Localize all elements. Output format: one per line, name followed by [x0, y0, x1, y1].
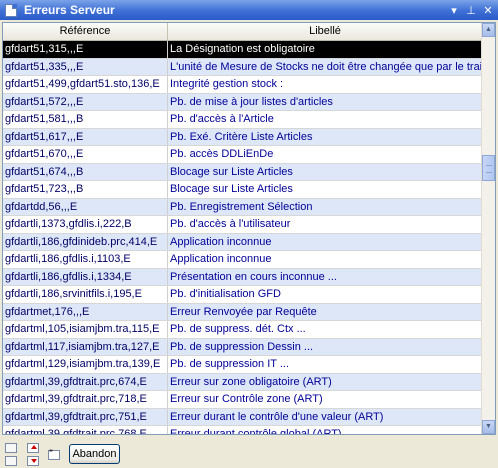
- libelle-cell: Pb. de suppression Dessin ...: [170, 340, 314, 353]
- table-row[interactable]: gfdartdd,56,,,E Pb. Enregistrement Sélect…: [3, 198, 483, 216]
- table-row[interactable]: gfdart51,499,gfdart51.sto,136,E Integrité…: [3, 76, 483, 94]
- table-row[interactable]: gfdartml,117,isiamjbm.tra,127,E Pb. de su…: [3, 338, 483, 356]
- libelle-cell: Blocage sur Liste Articles: [170, 183, 293, 195]
- reference-cell: gfdartml,129,isiamjbm.tra,139,E: [3, 356, 168, 373]
- reference-cell: gfdartmet,176,,,E: [3, 303, 168, 320]
- column-header-libelle[interactable]: Libellé: [168, 23, 483, 40]
- libelle-cell: Erreur sur zone obligatoire (ART): [170, 375, 332, 388]
- libelle-cell: Integrité gestion stock :: [170, 78, 284, 90]
- table-row[interactable]: gfdartml,105,isiamjbm.tra,115,E Pb. de su…: [3, 321, 483, 339]
- libelle-cell: Erreur durant le contrôle d'une valeur (…: [170, 410, 384, 423]
- bottom-toolbar: Abandon: [0, 437, 498, 468]
- reference-cell: gfdart51,315,,,E: [3, 41, 168, 58]
- table-row[interactable]: gfdart51,581,,,B Pb. d'accès à l'Article: [3, 111, 483, 129]
- table-row[interactable]: gfdart51,617,,,E Pb. Exé. Critère Liste A…: [3, 128, 483, 146]
- libelle-cell: Pb. d'accès à l'utilisateur: [170, 218, 291, 230]
- table-row[interactable]: gfdartli,186,gfdlis.i,1103,E Application …: [3, 251, 483, 269]
- table-row[interactable]: gfdartli,1373,gfdlis.i,222,B Pb. d'accès …: [3, 216, 483, 234]
- libelle-cell: Pb. d'accès à l'Article: [170, 113, 274, 125]
- table-row[interactable]: gfdart51,315,,,E La Désignation est oblig…: [3, 41, 483, 59]
- reference-cell: gfdartml,117,isiamjbm.tra,127,E: [3, 338, 168, 355]
- vertical-scrollbar[interactable]: ▲ ▼: [481, 23, 495, 434]
- libelle-cell: Présentation en cours inconnue ...: [170, 270, 337, 283]
- table-row[interactable]: gfdartli,186,gfdinideb.prc,414,E Applicat…: [3, 233, 483, 251]
- dropdown-icon[interactable]: ▾: [447, 4, 461, 17]
- window-title: Erreurs Serveur: [24, 3, 115, 17]
- reference-cell: gfdart51,499,gfdart51.sto,136,E: [3, 76, 168, 93]
- reference-cell: gfdartli,186,gfdlis.i,1334,E: [3, 268, 168, 285]
- reference-cell: gfdartli,186,gfdlis.i,1103,E: [3, 251, 168, 268]
- document-icon: [5, 3, 17, 17]
- table-row[interactable]: gfdartli,186,gfdlis.i,1334,E Présentation…: [3, 268, 483, 286]
- reference-cell: gfdart51,572,,,E: [3, 93, 168, 110]
- deselect-icon[interactable]: [5, 456, 17, 466]
- table-row[interactable]: gfdart51,674,,,B Blocage sur Liste Articl…: [3, 163, 483, 181]
- select-all-icon[interactable]: [5, 443, 17, 453]
- reference-cell: gfdartml,39,gfdtrait.prc,751,E: [3, 408, 168, 425]
- libelle-cell: Erreur sur Contrôle zone (ART): [170, 393, 323, 405]
- abandon-button[interactable]: Abandon: [69, 444, 120, 464]
- table-row[interactable]: gfdartml,39,gfdtrait.prc,768,E Erreur dur…: [3, 426, 483, 435]
- column-header-reference[interactable]: Référence: [3, 23, 168, 40]
- window-titlebar[interactable]: Erreurs Serveur ▾ ⊥ ✕: [0, 0, 498, 20]
- reference-cell: gfdartml,39,gfdtrait.prc,718,E: [3, 391, 168, 408]
- grid-body: gfdart51,315,,,E La Désignation est oblig…: [3, 41, 483, 435]
- reference-cell: gfdartml,39,gfdtrait.prc,674,E: [3, 373, 168, 390]
- libelle-cell: Pb. Enregistrement Sélection: [170, 200, 313, 213]
- table-row[interactable]: gfdartml,39,gfdtrait.prc,674,E Erreur sur…: [3, 373, 483, 391]
- scroll-thumb[interactable]: [482, 155, 495, 181]
- libelle-cell: Pb. accès DDLiEnDe: [170, 148, 274, 160]
- close-icon[interactable]: ✕: [481, 4, 495, 17]
- scroll-up-button[interactable]: ▲: [482, 23, 495, 37]
- table-row[interactable]: gfdart51,572,,,E Pb. de mise à jour liste…: [3, 93, 483, 111]
- libelle-cell: Pb. de suppression IT ...: [170, 358, 290, 370]
- move-up-icon[interactable]: [27, 443, 39, 453]
- reference-cell: gfdartml,105,isiamjbm.tra,115,E: [3, 321, 168, 338]
- reference-cell: gfdartdd,56,,,E: [3, 198, 168, 215]
- reference-cell: gfdartli,186,srvinitfils.i,195,E: [3, 286, 168, 303]
- error-window: Erreurs Serveur ▾ ⊥ ✕ Référence Libellé …: [0, 0, 498, 468]
- libelle-cell: Pb. d'initialisation GFD: [170, 288, 281, 300]
- grid-header: Référence Libellé: [3, 23, 483, 41]
- reference-cell: gfdartli,1373,gfdlis.i,222,B: [3, 216, 168, 233]
- reference-cell: gfdart51,674,,,B: [3, 163, 168, 180]
- reference-cell: gfdartli,186,gfdinideb.prc,414,E: [3, 233, 168, 250]
- libelle-cell: Pb. Exé. Critère Liste Articles: [170, 130, 313, 143]
- libelle-cell: L'unité de Mesure de Stocks ne doit être…: [170, 60, 483, 73]
- libelle-cell: La Désignation est obligatoire: [170, 43, 315, 55]
- libelle-cell: Erreur Renvoyée par Requête: [170, 305, 317, 318]
- errors-grid: Référence Libellé gfdart51,315,,,E La Dés…: [2, 22, 496, 435]
- libelle-cell: Application inconnue: [170, 235, 272, 248]
- options-icon[interactable]: [48, 448, 60, 460]
- libelle-cell: Pb. de suppress. dét. Ctx ...: [170, 323, 306, 335]
- table-row[interactable]: gfdartml,39,gfdtrait.prc,751,E Erreur dur…: [3, 408, 483, 426]
- pin-icon[interactable]: ⊥: [464, 4, 478, 17]
- table-row[interactable]: gfdartli,186,srvinitfils.i,195,E Pb. d'in…: [3, 286, 483, 304]
- scroll-down-button[interactable]: ▼: [482, 420, 495, 434]
- reference-cell: gfdart51,723,,,B: [3, 181, 168, 198]
- libelle-cell: Application inconnue: [170, 253, 272, 265]
- table-row[interactable]: gfdart51,723,,,B Blocage sur Liste Articl…: [3, 181, 483, 199]
- libelle-cell: Pb. de mise à jour listes d'articles: [170, 95, 333, 108]
- move-down-icon[interactable]: [27, 456, 39, 466]
- reference-cell: gfdart51,335,,,E: [3, 58, 168, 75]
- reference-cell: gfdart51,581,,,B: [3, 111, 168, 128]
- table-row[interactable]: gfdart51,335,,,E L'unité de Mesure de Sto…: [3, 58, 483, 76]
- reference-cell: gfdartml,39,gfdtrait.prc,768,E: [3, 426, 168, 434]
- reference-cell: gfdart51,617,,,E: [3, 128, 168, 145]
- table-row[interactable]: gfdart51,670,,,E Pb. accès DDLiEnDe: [3, 146, 483, 164]
- libelle-cell: Erreur durant contrôle global (ART): [170, 428, 342, 435]
- table-row[interactable]: gfdartml,129,isiamjbm.tra,139,E Pb. de su…: [3, 356, 483, 374]
- reference-cell: gfdart51,670,,,E: [3, 146, 168, 163]
- libelle-cell: Blocage sur Liste Articles: [170, 165, 293, 178]
- table-row[interactable]: gfdartml,39,gfdtrait.prc,718,E Erreur sur…: [3, 391, 483, 409]
- table-row[interactable]: gfdartmet,176,,,E Erreur Renvoyée par Req…: [3, 303, 483, 321]
